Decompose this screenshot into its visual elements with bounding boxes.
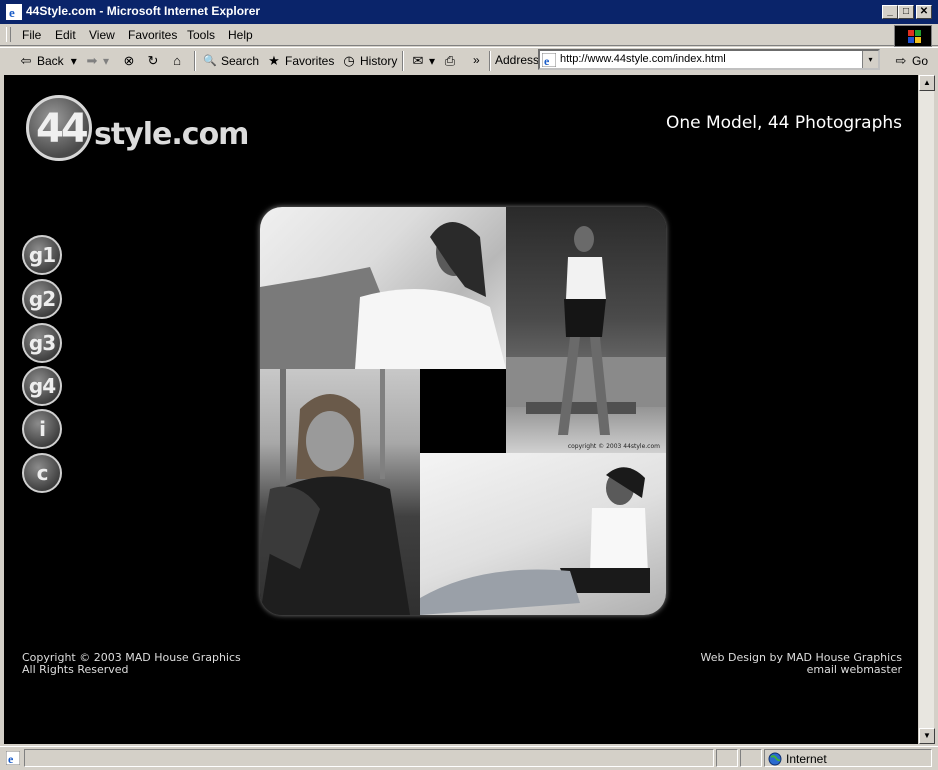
stop-button[interactable]: ⊗	[121, 53, 137, 69]
email-webmaster-link[interactable]: email webmaster	[701, 664, 902, 676]
menu-favorites[interactable]: Favorites	[128, 28, 177, 42]
back-label: Back	[37, 54, 64, 68]
toolbar-separator	[489, 51, 491, 71]
ie-icon: e	[6, 4, 22, 20]
tagline: One Model, 44 Photographs	[665, 113, 902, 133]
nav-gallery-1[interactable]: g1	[22, 235, 62, 275]
back-arrow-icon: ⇦	[20, 53, 32, 68]
photo-standing-figure	[506, 226, 666, 435]
svg-text:e: e	[544, 54, 550, 67]
address-dropdown-icon[interactable]: ▾	[862, 51, 878, 68]
address-url[interactable]: http://www.44style.com/index.html	[560, 53, 726, 65]
menu-view[interactable]: View	[89, 28, 115, 42]
mail-button[interactable]: ✉ ▾	[410, 53, 435, 69]
refresh-button[interactable]: ↻	[145, 53, 161, 69]
site-logo[interactable]: 44 style.com	[26, 95, 249, 165]
photo-winter	[260, 369, 420, 615]
print-icon: ⎙	[444, 53, 456, 68]
more-toolbar-button[interactable]: »	[473, 53, 480, 67]
menu-tools[interactable]: Tools	[187, 28, 215, 42]
home-button[interactable]: ⌂	[169, 53, 185, 69]
minimize-button[interactable]: _	[882, 5, 898, 19]
history-button[interactable]: ◷ History	[341, 53, 397, 69]
status-bar: e Internet	[0, 746, 938, 770]
vertical-scrollbar[interactable]: ▲ ▼	[918, 75, 935, 744]
go-button[interactable]: ⇨ Go	[893, 53, 928, 69]
photo-reclining-figure	[260, 222, 506, 369]
nav-gallery-2[interactable]: g2	[22, 279, 62, 319]
favorites-button[interactable]: ★ Favorites	[266, 53, 334, 69]
menu-bar: File Edit View Favorites Tools Help	[0, 24, 938, 46]
collage-center	[420, 369, 506, 453]
scroll-down-button[interactable]: ▼	[919, 728, 935, 744]
menu-edit[interactable]: Edit	[55, 28, 76, 42]
close-button[interactable]: ✕	[916, 5, 932, 19]
address-label: Address	[495, 53, 540, 67]
forward-dropdown-icon[interactable]: ▾	[103, 54, 109, 68]
page-icon: e	[542, 53, 556, 67]
logo-text: style.com	[94, 117, 249, 152]
photo-copyright: copyright © 2003 44style.com	[567, 443, 660, 450]
history-icon: ◷	[343, 53, 355, 68]
svg-text:e: e	[8, 752, 14, 765]
status-text-pane	[24, 749, 714, 767]
menu-grip	[6, 27, 11, 42]
photo-seated-figure	[420, 467, 650, 615]
refresh-icon: ↻	[147, 53, 159, 68]
security-zone: Internet	[786, 752, 827, 766]
menu-file[interactable]: File	[22, 28, 41, 42]
go-arrow-icon: ⇨	[895, 53, 907, 68]
nav-contact[interactable]: c	[22, 453, 62, 493]
logo-circle: 44	[26, 95, 92, 161]
status-pane	[716, 749, 738, 767]
footer-copyright: Copyright © 2003 MAD House Graphics All …	[22, 652, 241, 676]
windows-logo-icon	[894, 25, 932, 47]
mail-dropdown-icon: ▾	[429, 54, 436, 68]
menu-help[interactable]: Help	[228, 28, 253, 42]
forward-arrow-icon: ➡	[86, 53, 98, 68]
status-pane	[740, 749, 762, 767]
scroll-up-button[interactable]: ▲	[919, 75, 935, 91]
nav-gallery-4[interactable]: g4	[22, 366, 62, 406]
home-icon: ⌂	[173, 53, 181, 68]
photo-winter-figure	[260, 369, 410, 615]
window-title: 44Style.com - Microsoft Internet Explore…	[26, 4, 261, 18]
go-label: Go	[912, 54, 929, 68]
svg-text:e: e	[9, 5, 15, 20]
photo-seated	[420, 453, 666, 615]
mail-icon: ✉	[412, 53, 424, 68]
page-content: 44 style.com One Model, 44 Photographs g…	[4, 75, 918, 744]
print-button[interactable]: ⎙	[442, 53, 458, 69]
page-status-icon: e	[6, 751, 20, 765]
favorites-label: Favorites	[285, 54, 335, 68]
globe-icon	[768, 752, 782, 766]
photo-reclining	[260, 207, 506, 369]
address-bar[interactable]: e http://www.44style.com/index.html ▾	[538, 49, 880, 70]
search-icon: 🔍	[203, 55, 217, 67]
photo-standing: copyright © 2003 44style.com	[506, 207, 666, 453]
favorites-icon: ★	[268, 53, 280, 68]
back-dropdown-icon[interactable]: ▾	[71, 54, 77, 68]
history-label: History	[360, 54, 398, 68]
toolbar-separator	[402, 51, 404, 71]
photo-collage: copyright © 2003 44style.com	[260, 207, 666, 615]
title-bar: e 44Style.com - Microsoft Internet Explo…	[0, 0, 938, 24]
nav-info[interactable]: i	[22, 409, 62, 449]
search-label: Search	[221, 54, 260, 68]
maximize-button[interactable]: □	[898, 5, 914, 19]
back-button[interactable]: ⇦ Back ▾	[18, 53, 77, 69]
search-button[interactable]: 🔍 Search	[202, 53, 259, 69]
toolbar-separator	[194, 51, 196, 71]
footer-rights-line: All Rights Reserved	[22, 663, 129, 676]
stop-icon: ⊗	[123, 53, 135, 68]
footer-credits: Web Design by MAD House Graphics email w…	[701, 652, 902, 676]
nav-gallery-3[interactable]: g3	[22, 323, 62, 363]
forward-button[interactable]: ➡ ▾	[84, 53, 109, 69]
logo-number: 44	[36, 106, 89, 152]
